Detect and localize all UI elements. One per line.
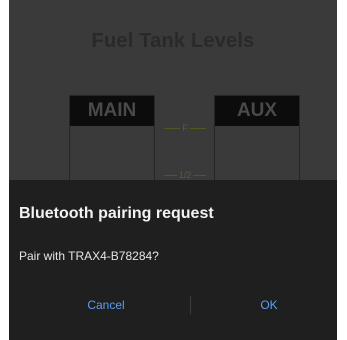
ok-button[interactable]: OK — [209, 290, 329, 320]
aux-tank-label: AUX — [215, 96, 299, 126]
dialog-message: Pair with TRAX4-B78284? — [19, 249, 159, 263]
dialog-title: Bluetooth pairing request — [19, 205, 214, 222]
gauge-full-mark: F — [164, 122, 206, 134]
gauge-full-label: F — [180, 123, 190, 133]
gauge-half-label: 1/2 — [176, 170, 194, 180]
cancel-button[interactable]: Cancel — [46, 290, 166, 320]
main-tank-label: MAIN — [70, 96, 154, 126]
app-screen: Fuel Tank Levels MAIN F 1/2 AUX Bluetoot… — [9, 0, 337, 340]
page-title: Fuel Tank Levels — [91, 30, 255, 52]
button-divider — [190, 296, 191, 314]
bluetooth-pairing-dialog: Bluetooth pairing request Pair with TRAX… — [9, 180, 337, 340]
